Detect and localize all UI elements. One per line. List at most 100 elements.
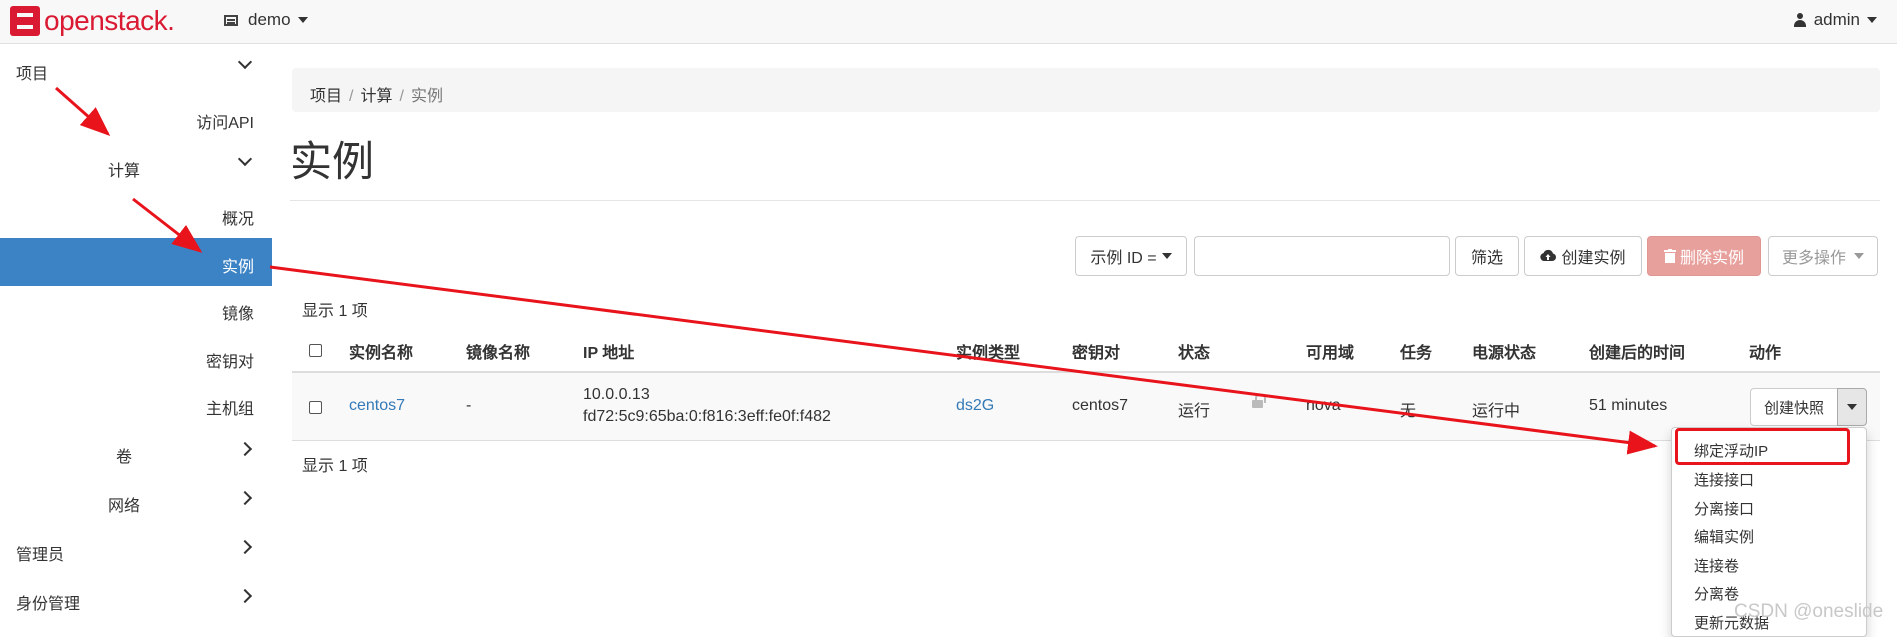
status: 运行: [1178, 403, 1211, 420]
sidebar-item-label: 管理员: [16, 547, 65, 564]
filter-field-label: 示例 ID =: [1090, 250, 1157, 267]
sidebar-item-label: 卷: [116, 449, 133, 466]
column-header-name[interactable]: 实例名称: [349, 339, 413, 363]
column-header-actions: 动作: [1749, 345, 1782, 362]
column-header-status[interactable]: 状态: [1178, 339, 1210, 363]
sidebar-item-identity[interactable]: 身份管理: [0, 576, 272, 622]
sidebar-item-key-pairs[interactable]: 密钥对: [0, 334, 272, 380]
breadcrumb-item-compute[interactable]: 计算: [360, 88, 392, 105]
sidebar-item-label: 镜像: [221, 306, 254, 323]
top-navbar: openstack. demo admin: [0, 0, 1897, 44]
filter-button-label: 筛选: [1470, 250, 1503, 267]
menu-item-detach-volume[interactable]: 分离卷: [1694, 583, 1739, 604]
sidebar-item-label: 访问API: [196, 115, 254, 132]
breadcrumb-current: 实例: [410, 88, 443, 105]
breadcrumb-separator: /: [399, 88, 404, 105]
sidebar-item-access-api[interactable]: 访问API: [0, 95, 272, 141]
project-name: demo: [248, 10, 291, 29]
instance-name-link[interactable]: centos7: [349, 397, 405, 415]
row-actions-toggle[interactable]: [1837, 388, 1867, 426]
filter-input[interactable]: [1194, 236, 1450, 276]
column-header-key-pair[interactable]: 密钥对: [1072, 339, 1120, 363]
key-pair: centos7: [1072, 397, 1129, 414]
age: 51 minutes: [1589, 397, 1668, 414]
sidebar-item-label: 主机组: [205, 401, 254, 418]
sidebar-item-label: 项目: [16, 66, 49, 83]
more-actions-button[interactable]: 更多操作: [1768, 236, 1878, 276]
more-actions-label: 更多操作: [1781, 250, 1846, 267]
item-count: 显示 1 项: [302, 303, 368, 320]
sidebar-item-project[interactable]: 项目: [0, 46, 272, 92]
column-header-image[interactable]: 镜像名称: [466, 339, 530, 363]
chevron-down-icon: [297, 17, 308, 23]
project-icon: [224, 14, 238, 26]
chevron-down-icon: [1847, 404, 1857, 410]
delete-instances-button[interactable]: 删除实例: [1647, 236, 1761, 276]
sidebar-item-label: 身份管理: [16, 596, 81, 613]
column-header-flavor[interactable]: 实例类型: [956, 339, 1020, 363]
column-header-age[interactable]: 创建后的时间: [1589, 339, 1685, 363]
chevron-down-icon: [1161, 253, 1172, 259]
sidebar-item-volumes[interactable]: 卷: [0, 429, 272, 475]
sidebar: 项目 访问API 计算 概况 实例 镜像 密钥对 主机组 卷 网络 管理员 身份…: [0, 45, 272, 630]
column-header-ip[interactable]: IP 地址: [583, 339, 634, 363]
create-snapshot-button[interactable]: 创建快照: [1750, 388, 1838, 426]
brand-name: openstack.: [44, 5, 175, 36]
project-switcher[interactable]: demo: [224, 10, 308, 30]
ip-address-v4: 10.0.0.13: [583, 386, 650, 403]
launch-instance-button[interactable]: 创建实例: [1524, 236, 1642, 276]
ip-address-v6: fd72:5c9:65ba:0:f816:3eff:fe0f:f482: [583, 408, 831, 425]
sidebar-item-compute[interactable]: 计算: [0, 143, 272, 189]
watermark: CSDN @oneslide: [1734, 601, 1884, 622]
delete-instances-label: 删除实例: [1679, 250, 1744, 267]
breadcrumb: 项目 / 计算 / 实例: [292, 68, 1880, 112]
sidebar-item-admin[interactable]: 管理员: [0, 527, 272, 573]
sidebar-item-label: 计算: [108, 163, 141, 180]
openstack-logo[interactable]: openstack.: [10, 5, 175, 36]
chevron-down-icon: [1867, 17, 1877, 23]
power-state: 运行中: [1472, 403, 1521, 420]
sidebar-item-server-groups[interactable]: 主机组: [0, 381, 272, 427]
task: 无: [1400, 403, 1417, 420]
user-icon: [1793, 13, 1806, 27]
filter-field-select[interactable]: 示例 ID =: [1075, 236, 1187, 276]
menu-item-attach-interface[interactable]: 连接接口: [1694, 469, 1754, 490]
column-header-task[interactable]: 任务: [1400, 339, 1432, 363]
chevron-down-icon: [237, 151, 253, 167]
menu-item-attach-volume[interactable]: 连接卷: [1694, 555, 1739, 576]
chevron-down-icon: [237, 54, 253, 70]
divider: [290, 200, 1880, 201]
item-count-bottom: 显示 1 项: [302, 458, 368, 475]
openstack-logo-icon: [10, 6, 40, 36]
cloud-upload-icon: [1540, 249, 1557, 261]
page-title: 实例: [290, 138, 375, 185]
column-header-availability-zone[interactable]: 可用域: [1306, 339, 1354, 363]
chevron-right-icon: [237, 588, 253, 604]
sidebar-item-label: 网络: [108, 498, 141, 515]
chevron-right-icon: [237, 490, 253, 506]
sidebar-item-label: 概况: [221, 211, 254, 228]
filter-button[interactable]: 筛选: [1455, 236, 1519, 276]
column-header-power-state[interactable]: 电源状态: [1472, 339, 1536, 363]
create-snapshot-label: 创建快照: [1763, 399, 1824, 417]
breadcrumb-item-project[interactable]: 项目: [310, 88, 342, 105]
select-all-checkbox[interactable]: [309, 344, 322, 357]
menu-item-edit-instance[interactable]: 编辑实例: [1694, 526, 1754, 547]
sidebar-item-images[interactable]: 镜像: [0, 286, 272, 332]
annotation-highlight-box: [1675, 428, 1850, 465]
launch-instance-label: 创建实例: [1561, 250, 1626, 267]
chevron-right-icon: [237, 539, 253, 555]
row-checkbox[interactable]: [309, 401, 322, 414]
breadcrumb-separator: /: [349, 88, 354, 105]
menu-item-detach-interface[interactable]: 分离接口: [1694, 498, 1754, 519]
sidebar-item-overview[interactable]: 概况: [0, 191, 272, 237]
trash-icon: [1663, 249, 1676, 263]
sidebar-item-label: 实例: [221, 259, 254, 276]
chevron-right-icon: [237, 441, 253, 457]
sidebar-item-network[interactable]: 网络: [0, 478, 272, 524]
user-name: admin: [1813, 10, 1860, 29]
sidebar-item-instances[interactable]: 实例: [0, 238, 272, 286]
user-menu[interactable]: admin: [1793, 10, 1877, 30]
flavor-link[interactable]: ds2G: [956, 397, 994, 415]
chevron-down-icon: [1854, 253, 1864, 259]
